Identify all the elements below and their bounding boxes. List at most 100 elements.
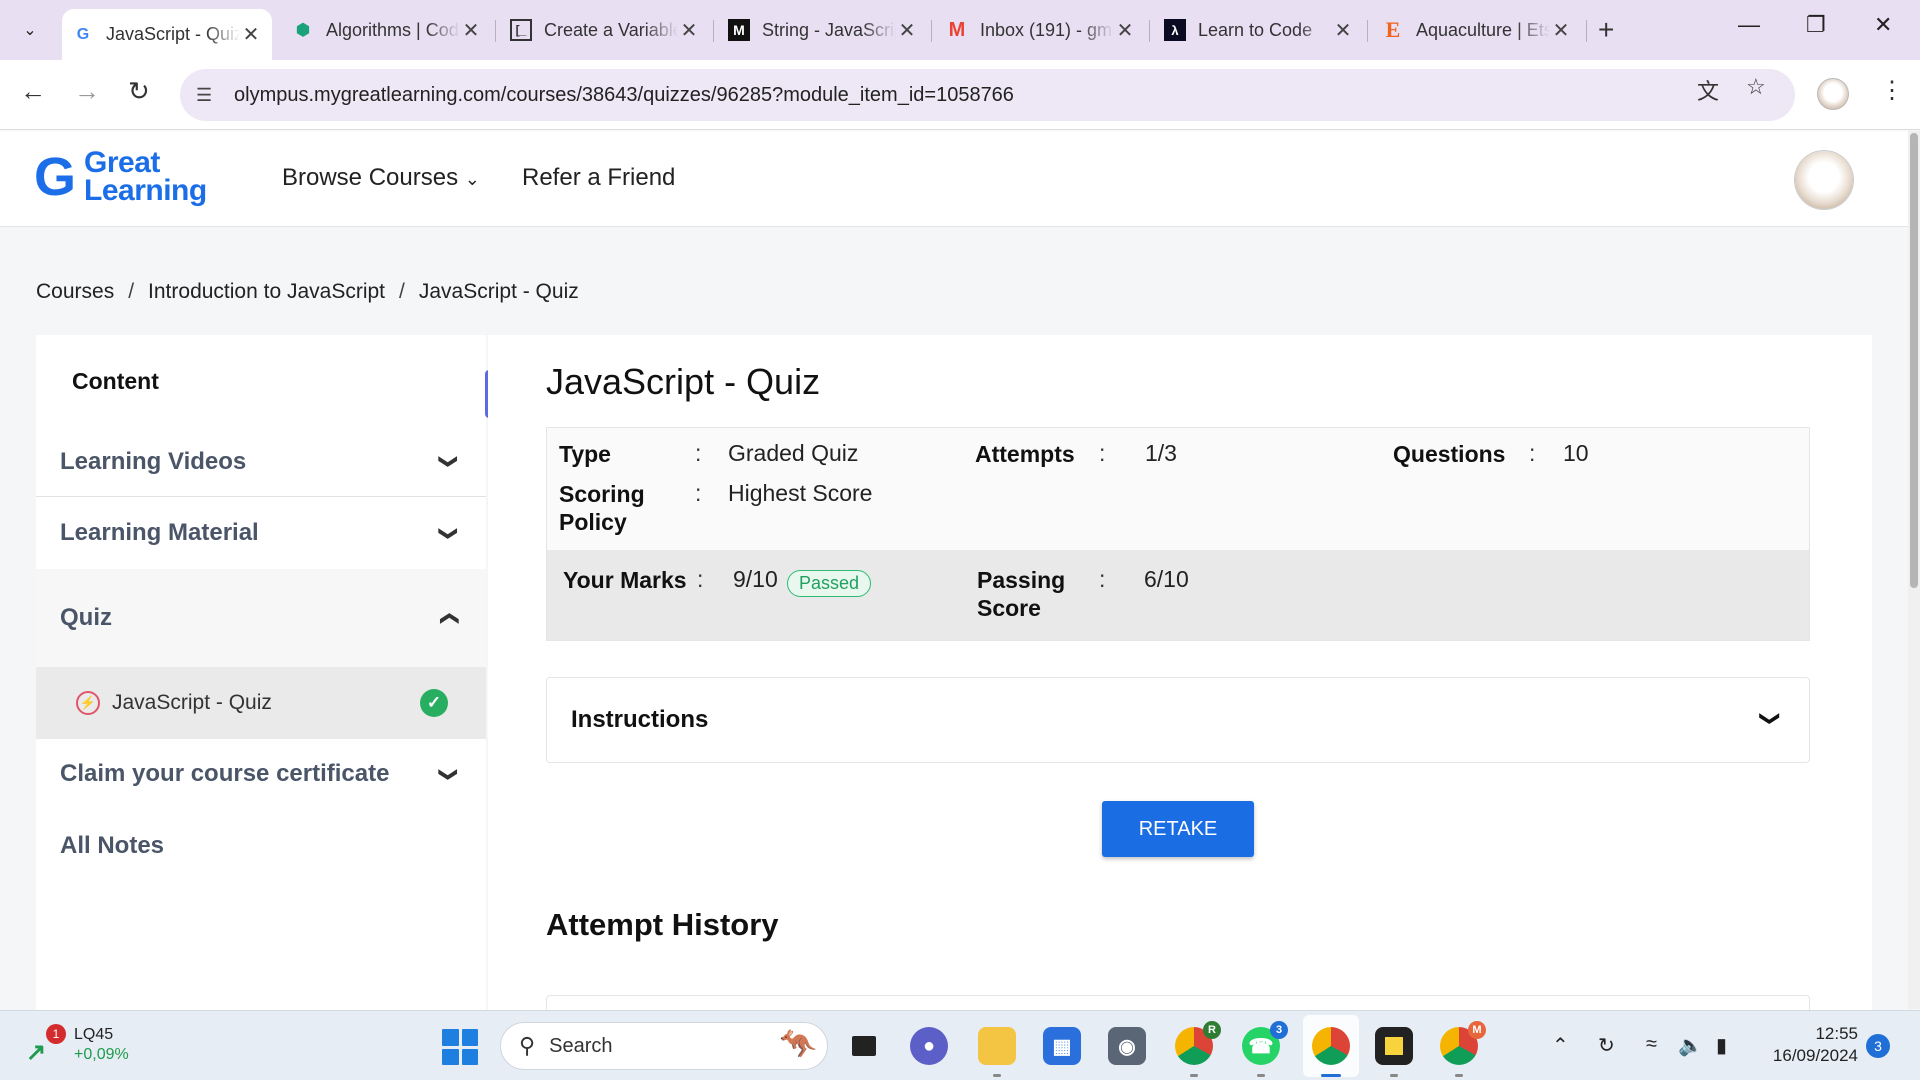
sync-icon[interactable]: ↻ [1598,1033,1615,1058]
chrome-profile-m-icon[interactable]: M [1440,1021,1486,1077]
close-icon[interactable]: ✕ [460,18,482,43]
passing-score-value: 6/10 [1144,566,1189,592]
section-quiz[interactable]: Quiz ❯ [36,569,486,667]
site-info-icon[interactable]: ☰ [196,85,220,106]
close-icon[interactable]: ✕ [896,18,918,43]
close-icon[interactable]: ✕ [1332,18,1354,43]
browser-profile-avatar[interactable] [1817,78,1849,110]
quiz-icon: ⚡ [76,691,100,715]
section-label: Claim your course certificate [60,760,390,787]
bookmark-star-icon[interactable]: ☆ [1746,74,1766,100]
volume-icon[interactable]: 🔈 [1678,1033,1703,1058]
microsoft-store-icon[interactable]: ▦ [1043,1027,1081,1065]
refer-a-friend-link[interactable]: Refer a Friend [522,164,675,192]
tab-algorithms[interactable]: ⬢ Algorithms | Codecademy ✕ [282,9,492,51]
new-tab-button[interactable]: + [1598,14,1614,46]
stock-widget[interactable]: ↗ 1 LQ45 +0,09% [26,1024,129,1066]
logo-line-2: Learning [84,174,207,207]
teams-chat-icon[interactable]: ● [910,1027,948,1065]
clock-time: 12:55 [1815,1024,1858,1043]
tab-learn-to-code[interactable]: λ Learn to Code ✕ [1154,9,1364,51]
notification-count-badge[interactable]: 3 [1866,1034,1890,1058]
minimize-button[interactable]: — [1738,12,1760,38]
taskbar-search[interactable]: ⚲ Search 🦘 [500,1022,828,1070]
wifi-icon[interactable]: ≈ [1646,1033,1657,1056]
questions-value: 10 [1563,440,1589,466]
battery-icon[interactable]: ▮ [1716,1033,1727,1058]
scoring-label-line-2: Policy [559,509,627,535]
section-label: Learning Videos [60,447,247,475]
colon: : [1099,440,1106,466]
system-clock[interactable]: 12:55 16/09/2024 [1762,1023,1858,1067]
whatsapp-icon[interactable]: ☎ 3 [1242,1021,1288,1077]
type-label: Type [559,441,611,467]
reload-button[interactable]: ↻ [128,76,150,107]
breadcrumb-courses[interactable]: Courses [36,280,114,304]
close-icon[interactable]: ✕ [240,22,262,47]
breadcrumb: Courses / Introduction to JavaScript / J… [36,280,579,304]
browser-tab-strip: ⌄ G JavaScript - Quiz ✕ ⬢ Algorithms | C… [0,0,1920,60]
close-icon[interactable]: ✕ [1114,18,1136,43]
close-window-button[interactable]: ✕ [1874,12,1892,38]
task-view-icon[interactable] [845,1027,883,1065]
back-button[interactable]: ← [20,76,46,107]
tab-title: Learn to Code [1198,19,1313,40]
tab-search-button[interactable]: ⌄ [10,10,50,50]
section-claim-certificate[interactable]: Claim your course certificate ❯ [36,739,486,809]
tab-string-javascript[interactable]: M String - JavaScript ✕ [718,9,928,51]
passing-score-label: Passing Score [977,566,1065,622]
mdn-icon: M [728,19,750,41]
great-learning-logo[interactable]: G Great Learning [34,148,207,207]
breadcrumb-course[interactable]: Introduction to JavaScript [148,280,385,304]
status-badge: Passed [787,570,872,597]
chrome-active-icon[interactable] [1312,1027,1350,1077]
browser-menu-icon[interactable]: ⋮ [1880,76,1904,105]
breadcrumb-separator: / [399,280,405,303]
widget-notification-badge: 1 [46,1024,66,1044]
instructions-accordion[interactable]: Instructions ❯ [546,677,1810,763]
questions-label: Questions [1393,441,1506,467]
your-marks-value: 9/10 [733,566,778,592]
close-icon[interactable]: ✕ [1550,18,1572,43]
your-marks-label: Your Marks [563,567,687,593]
tab-separator [1149,20,1150,42]
url-text[interactable]: olympus.mygreatlearning.com/courses/3864… [234,84,1014,107]
chrome-profile-r-icon[interactable]: R [1175,1021,1221,1077]
forward-button[interactable]: → [74,76,100,107]
sidebar-item-javascript-quiz[interactable]: ⚡ JavaScript - Quiz ✓ [36,667,486,739]
tab-javascript-quiz[interactable]: G JavaScript - Quiz ✕ [62,9,272,60]
retake-button[interactable]: RETAKE [1102,801,1254,857]
chevron-down-icon: ❯ [1759,710,1782,727]
page-scrollbar[interactable] [1908,131,1920,1009]
sticky-notes-icon[interactable] [1375,1027,1413,1077]
tab-inbox[interactable]: M Inbox (191) - gmail ✕ [936,9,1146,51]
quiz-info-box: Type : Graded Quiz Attempts : 1/3 Questi… [546,427,1810,641]
tab-aquaculture[interactable]: E Aquaculture | Etsy ✕ [1372,9,1582,51]
show-hidden-icons-chevron[interactable]: ⌃ [1552,1033,1569,1058]
translate-icon[interactable]: 文 [1697,74,1719,106]
camera-icon[interactable]: ◉ [1108,1027,1146,1065]
tab-title: Aquaculture | Etsy [1416,19,1550,40]
windows-start-button[interactable] [442,1029,478,1065]
restore-button[interactable]: ❐ [1806,12,1826,38]
section-all-notes[interactable]: All Notes [36,811,486,881]
address-bar[interactable]: ☰ olympus.mygreatlearning.com/courses/38… [180,69,1795,121]
user-avatar[interactable] [1795,151,1853,209]
tab-create-variable[interactable]: [_ Create a Variable ✕ [500,9,710,51]
browse-courses-menu[interactable]: Browse Courses ⌄ [282,164,480,192]
scrollbar-thumb[interactable] [1910,133,1918,588]
attempts-value: 1/3 [1145,440,1177,466]
file-explorer-icon[interactable] [978,1027,1016,1077]
section-learning-material[interactable]: Learning Material ❯ [36,498,486,568]
search-icon: ⚲ [519,1033,536,1058]
etsy-icon: E [1385,17,1401,42]
scoring-policy-label: Scoring Policy [559,480,645,536]
colon: : [695,480,702,506]
content-sidebar: Content Learning Videos ❯ Learning Mater… [36,335,486,1010]
tab-title: JavaScript - Quiz [106,24,240,44]
breadcrumb-current: JavaScript - Quiz [418,280,579,303]
site-header: G Great Learning Browse Courses ⌄ Refer … [0,131,1908,227]
section-learning-videos[interactable]: Learning Videos ❯ [36,427,486,497]
tab-separator [1586,20,1587,42]
close-icon[interactable]: ✕ [678,18,700,43]
